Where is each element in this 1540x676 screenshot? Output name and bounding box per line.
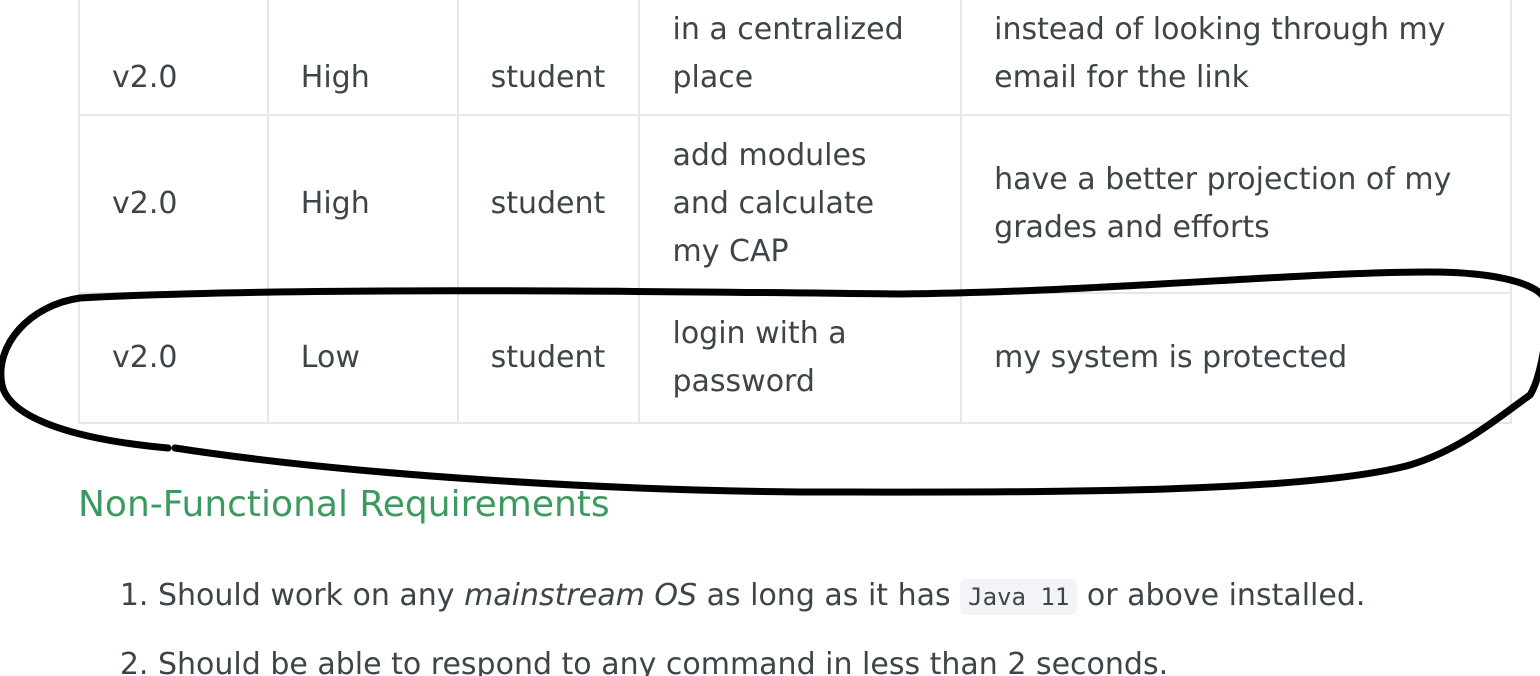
user-stories-table: v2.0 High student in a centralized place… [78, 0, 1512, 424]
priority-cell: High [266, 0, 459, 116]
list-item: Should be able to respond to any command… [158, 641, 1538, 676]
user-cell: student [456, 292, 641, 424]
non-functional-requirements-heading: Non-Functional Requirements [78, 484, 610, 525]
so-that-cell: instead of looking through my email for … [960, 0, 1512, 116]
item-text-middle: as long as it has [697, 578, 961, 613]
page: v2.0 High student in a centralized place… [0, 0, 1540, 676]
priority-cell: Low [266, 292, 459, 424]
non-functional-requirements-list: Should work on any mainstream OS as long… [120, 572, 1538, 676]
item-emphasis: mainstream OS [464, 578, 698, 613]
so-that-cell: have a better projection of my grades an… [960, 114, 1512, 294]
want-cell: login with a password [638, 292, 963, 424]
user-cell: student [456, 0, 641, 116]
inline-code: Java 11 [960, 579, 1078, 615]
want-cell: add modules and calculate my CAP [638, 114, 963, 294]
version-cell: v2.0 [78, 114, 269, 294]
so-that-cell: my system is protected [960, 292, 1512, 424]
version-cell: v2.0 [78, 0, 269, 116]
item-text-before: Should work on any [158, 578, 465, 613]
table-row: v2.0 High student in a centralized place… [78, 0, 1512, 116]
priority-cell: High [266, 114, 459, 294]
want-cell: in a centralized place [638, 0, 963, 116]
table-row: v2.0 High student add modules and calcul… [78, 114, 1512, 294]
version-cell: v2.0 [78, 292, 269, 424]
list-item: Should work on any mainstream OS as long… [158, 572, 1538, 621]
user-cell: student [456, 114, 641, 294]
item-text-after: or above installed. [1077, 578, 1366, 613]
table-row-highlighted: v2.0 Low student login with a password m… [78, 292, 1512, 424]
